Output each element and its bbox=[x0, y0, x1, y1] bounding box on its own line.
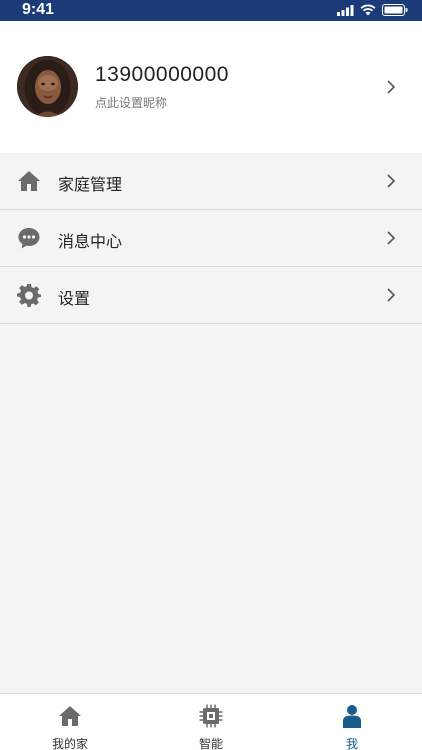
battery-icon bbox=[382, 4, 408, 16]
phone-number: 13900000000 bbox=[95, 63, 229, 86]
tab-label: 我的家 bbox=[51, 737, 88, 750]
nickname-hint[interactable]: 点此设置昵称 bbox=[95, 94, 167, 111]
profile-card[interactable]: 13900000000 点此设置昵称 bbox=[0, 21, 422, 153]
home-icon bbox=[59, 706, 81, 726]
menu-item-label: 家庭管理 bbox=[58, 175, 123, 194]
tab-me[interactable]: 我 bbox=[282, 694, 422, 750]
menu-item-label: 设置 bbox=[58, 289, 91, 308]
wifi-icon bbox=[360, 4, 376, 16]
home-icon bbox=[18, 171, 40, 191]
tab-smart[interactable]: 智能 bbox=[141, 694, 281, 750]
gear-icon bbox=[17, 284, 41, 307]
chip-icon bbox=[199, 704, 223, 728]
menu-item-settings[interactable]: 设置 bbox=[0, 267, 422, 324]
status-time: 9:41 bbox=[22, 1, 55, 18]
tab-label: 智能 bbox=[198, 737, 223, 750]
menu-item-message-center[interactable]: 消息中心 bbox=[0, 210, 422, 267]
tab-bar: 我的家 智能 我 bbox=[0, 693, 422, 750]
menu-item-family-management[interactable]: 家庭管理 bbox=[0, 153, 422, 210]
menu-item-label: 消息中心 bbox=[58, 232, 123, 251]
tab-label: 我 bbox=[345, 737, 358, 750]
status-icons bbox=[337, 4, 408, 16]
chevron-right-icon bbox=[387, 80, 396, 94]
avatar[interactable] bbox=[17, 56, 78, 117]
chevron-right-icon bbox=[387, 174, 396, 188]
cellular-signal-icon bbox=[337, 4, 354, 16]
message-icon bbox=[18, 228, 40, 249]
chevron-right-icon bbox=[387, 288, 396, 302]
person-icon bbox=[343, 705, 361, 728]
chevron-right-icon bbox=[387, 231, 396, 245]
status-bar: 9:41 bbox=[0, 0, 422, 21]
tab-my-home[interactable]: 我的家 bbox=[0, 694, 140, 750]
